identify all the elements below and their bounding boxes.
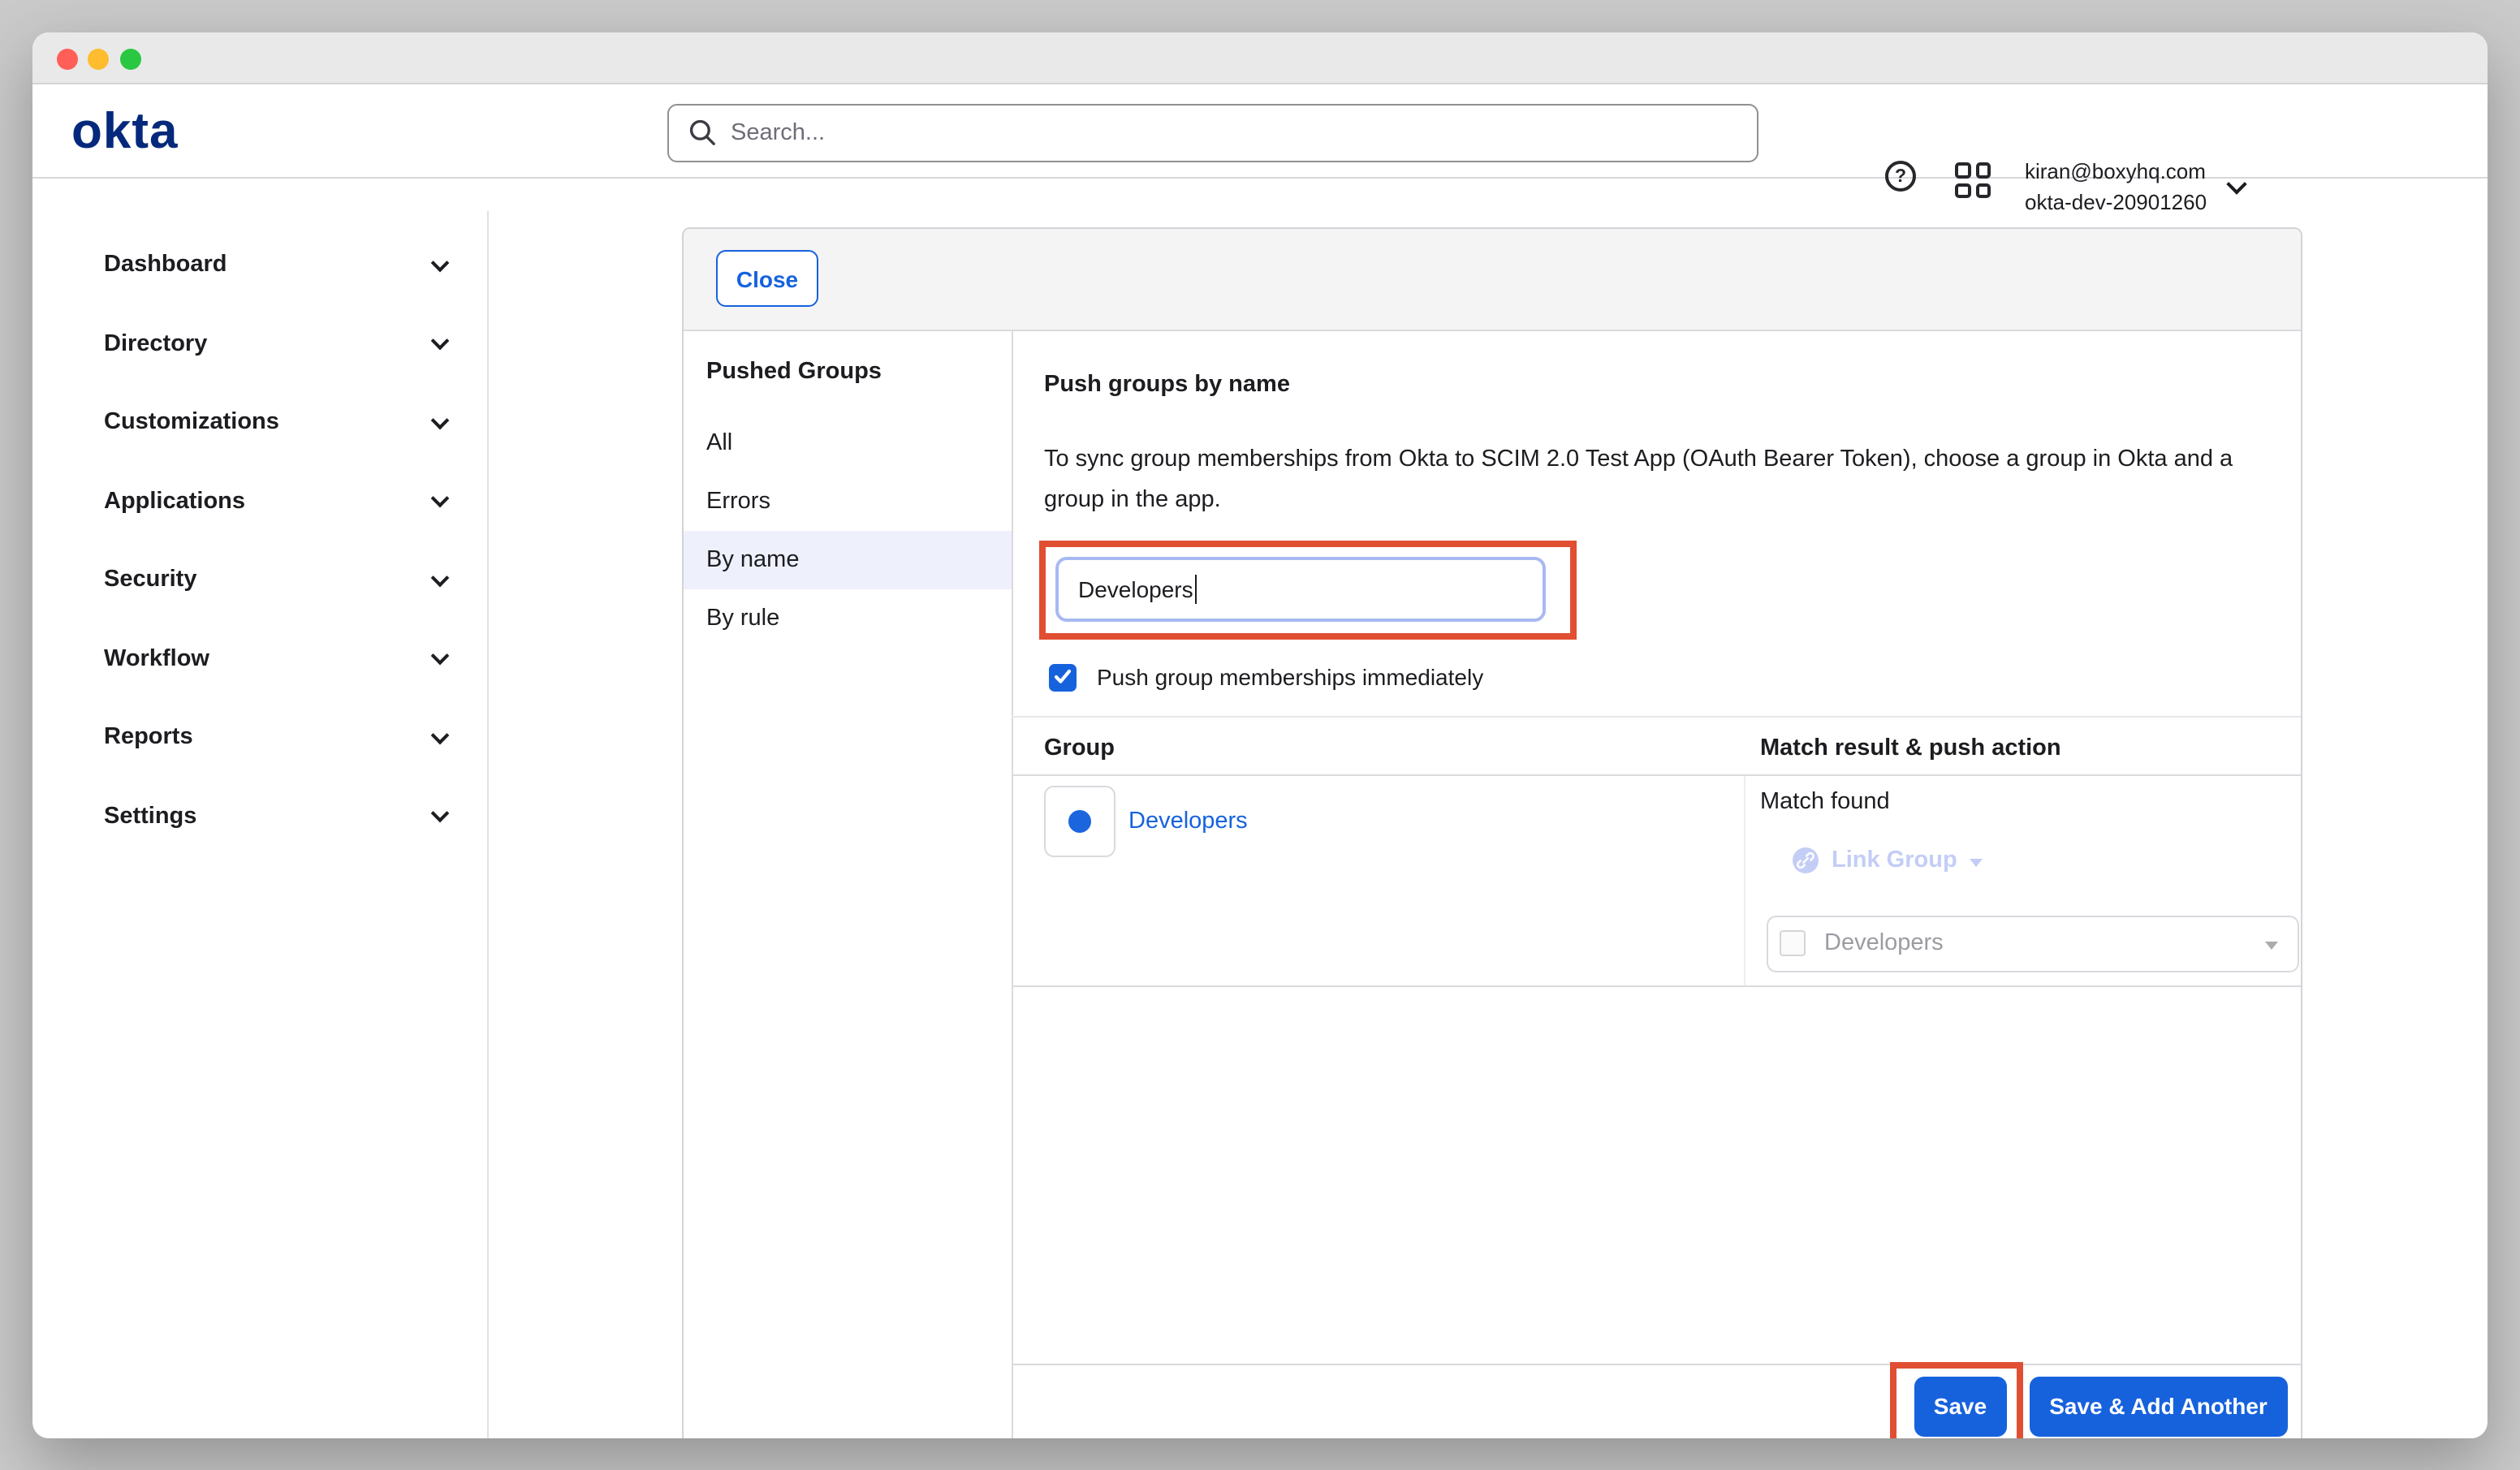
- sidebar-item-directory[interactable]: Directory: [32, 304, 487, 382]
- link-icon: [1793, 847, 1819, 873]
- nav-item-by-rule[interactable]: By rule: [684, 589, 1012, 648]
- chevron-down-icon: [431, 726, 450, 744]
- text-caret: [1195, 575, 1197, 604]
- push-immediately-row: Push group memberships immediately: [1049, 664, 1483, 691]
- sidebar-item-settings[interactable]: Settings: [32, 777, 487, 855]
- search-placeholder: Search...: [731, 120, 825, 146]
- chevron-down-icon: [431, 804, 450, 823]
- help-icon: ?: [1885, 161, 1916, 192]
- caret-down-icon: [1970, 858, 1983, 866]
- sidebar-item-customizations[interactable]: Customizations: [32, 383, 487, 461]
- nav-item-errors[interactable]: Errors: [684, 472, 1012, 531]
- content-description: To sync group memberships from Okta to S…: [1044, 440, 2265, 519]
- nav-item-by-name[interactable]: By name: [684, 531, 1012, 589]
- table-top-divider: [1012, 716, 2302, 718]
- group-link[interactable]: Developers: [1128, 808, 1248, 834]
- sidebar-divider: [487, 210, 489, 1438]
- search-icon: [688, 119, 716, 147]
- save-add-another-button[interactable]: Save & Add Another: [2030, 1377, 2287, 1436]
- sidebar-item-reports[interactable]: Reports: [32, 698, 487, 776]
- account-org: okta-dev-20901260: [2025, 187, 2207, 218]
- row-divider: [1012, 985, 2302, 986]
- window-zoom-button[interactable]: [119, 48, 140, 69]
- panel-nav-divider: [1012, 331, 1013, 1438]
- app-header: okta Search... ? kiran@boxyhq.com: [32, 84, 2487, 178]
- account-menu[interactable]: kiran@boxyhq.com okta-dev-20901260: [2025, 156, 2244, 218]
- sidebar-item-dashboard[interactable]: Dashboard: [32, 226, 487, 304]
- close-button[interactable]: Close: [716, 250, 818, 307]
- account-email: kiran@boxyhq.com: [2025, 156, 2207, 187]
- link-group-label: Link Group: [1832, 847, 1957, 873]
- column-header-group: Group: [1044, 735, 1115, 761]
- window-titlebar: [32, 32, 2487, 84]
- group-icon-card: [1044, 786, 1115, 857]
- sidebar-item-workflow[interactable]: Workflow: [32, 619, 487, 697]
- panel-toolbar: [684, 229, 2300, 331]
- footer-divider: [1012, 1363, 2302, 1364]
- chevron-down-icon: [431, 253, 450, 272]
- table-column-divider: [1744, 775, 1745, 985]
- group-placeholder-icon: [1779, 930, 1805, 956]
- window-minimize-button[interactable]: [88, 48, 109, 69]
- table-header-divider: [1012, 774, 2302, 775]
- sidebar-item-security[interactable]: Security: [32, 541, 487, 619]
- search-input[interactable]: Search...: [667, 103, 1758, 162]
- app-group-select-value: Developers: [1824, 930, 2264, 956]
- apps-grid-icon: [1955, 162, 1970, 178]
- help-button[interactable]: ?: [1885, 161, 1916, 192]
- pushed-groups-panel: Close Pushed Groups All Errors By name B…: [682, 227, 2302, 1438]
- okta-logo[interactable]: okta: [71, 104, 179, 159]
- group-icon: [1068, 810, 1091, 833]
- apps-grid-button[interactable]: [1955, 162, 1992, 198]
- checkmark-icon: [1054, 670, 1072, 686]
- nav-item-all[interactable]: All: [684, 414, 1012, 472]
- content-title: Push groups by name: [1044, 372, 1290, 398]
- pushed-groups-title: Pushed Groups: [706, 359, 882, 385]
- match-status: Match found: [1760, 789, 1890, 815]
- sidebar-item-applications[interactable]: Applications: [32, 462, 487, 540]
- column-header-match: Match result & push action: [1760, 735, 2061, 761]
- app-group-select[interactable]: Developers: [1766, 915, 2298, 972]
- chevron-down-icon: [431, 489, 450, 508]
- screen: okta Search... ? kiran@boxyhq.com: [0, 0, 2520, 1470]
- link-group-button[interactable]: Link Group: [1793, 847, 1983, 873]
- group-name-input-value: Developers: [1078, 576, 1193, 602]
- window-close-button[interactable]: [56, 48, 77, 69]
- chevron-down-icon: [431, 568, 450, 587]
- save-button[interactable]: Save: [1914, 1377, 2007, 1436]
- push-immediately-checkbox[interactable]: [1049, 664, 1076, 691]
- chevron-down-icon: [431, 332, 450, 351]
- group-name-input[interactable]: Developers: [1055, 557, 1546, 621]
- chevron-down-icon: [431, 411, 450, 429]
- push-immediately-label: Push group memberships immediately: [1097, 665, 1483, 691]
- chevron-down-icon: [431, 647, 450, 666]
- browser-window: okta Search... ? kiran@boxyhq.com: [32, 32, 2487, 1438]
- chevron-down-icon: [2226, 173, 2246, 193]
- caret-down-icon: [2264, 941, 2277, 949]
